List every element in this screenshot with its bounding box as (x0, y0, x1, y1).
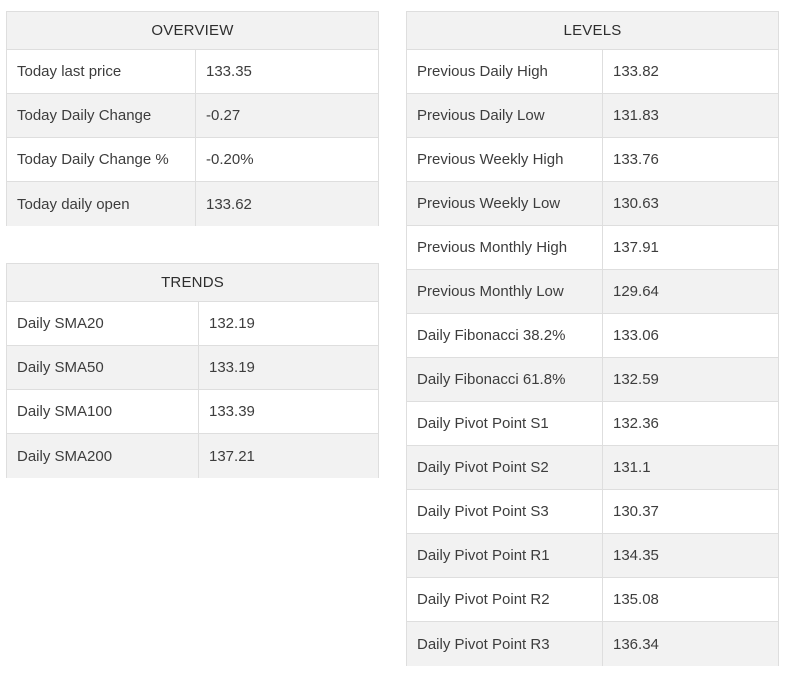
table-row: Previous Monthly Low 129.64 (407, 270, 778, 314)
row-label: Previous Monthly Low (407, 270, 603, 313)
row-label: Today daily open (7, 182, 196, 226)
row-value: -0.27 (206, 107, 241, 124)
row-value: 136.34 (613, 635, 659, 653)
row-label: Daily Pivot Point R1 (407, 534, 603, 577)
row-value: 130.37 (613, 503, 659, 520)
trends-title: TRENDS (7, 264, 378, 302)
overview-title: OVERVIEW (7, 12, 378, 50)
row-value: -0.20% (206, 151, 254, 168)
row-label: Daily Fibonacci 61.8% (407, 358, 603, 401)
row-value: 134.35 (613, 547, 659, 564)
table-row: Daily SMA100 133.39 (7, 390, 378, 434)
row-value: 133.19 (209, 359, 255, 376)
row-label: Daily Pivot Point R3 (407, 622, 603, 666)
row-label: Daily SMA20 (7, 302, 199, 345)
table-row: Today daily open 133.62 (7, 182, 378, 226)
table-row: Daily Pivot Point S2 131.1 (407, 446, 778, 490)
row-label: Daily Pivot Point S3 (407, 490, 603, 533)
row-label: Daily Pivot Point R2 (407, 578, 603, 621)
row-value: 133.82 (613, 63, 659, 80)
row-value: 133.62 (206, 195, 252, 213)
table-row: Daily Pivot Point R3 136.34 (407, 622, 778, 666)
table-row: Today last price 133.35 (7, 50, 378, 94)
row-label: Daily SMA200 (7, 434, 199, 478)
row-value: 132.19 (209, 315, 255, 332)
table-row: Previous Daily Low 131.83 (407, 94, 778, 138)
row-label: Daily SMA100 (7, 390, 199, 433)
row-label: Daily Fibonacci 38.2% (407, 314, 603, 357)
row-label: Today Daily Change % (7, 138, 196, 181)
row-label: Previous Weekly High (407, 138, 603, 181)
row-value: 133.76 (613, 151, 659, 168)
table-row: Today Daily Change % -0.20% (7, 138, 378, 182)
row-value: 132.36 (613, 415, 659, 432)
row-label: Today Daily Change (7, 94, 196, 137)
row-value: 132.59 (613, 371, 659, 388)
table-row: Daily Pivot Point R1 134.35 (407, 534, 778, 578)
row-label: Today last price (7, 50, 196, 93)
table-row: Previous Weekly High 133.76 (407, 138, 778, 182)
table-row: Daily SMA200 137.21 (7, 434, 378, 478)
row-value: 133.35 (206, 63, 252, 80)
table-row: Daily Fibonacci 61.8% 132.59 (407, 358, 778, 402)
trends-table: TRENDS Daily SMA20 132.19 Daily SMA50 13… (6, 263, 379, 478)
table-row: Previous Monthly High 137.91 (407, 226, 778, 270)
table-row: Daily Pivot Point S3 130.37 (407, 490, 778, 534)
row-label: Daily Pivot Point S2 (407, 446, 603, 489)
row-label: Previous Weekly Low (407, 182, 603, 225)
row-label: Previous Daily Low (407, 94, 603, 137)
row-label: Daily SMA50 (7, 346, 199, 389)
table-row: Daily Fibonacci 38.2% 133.06 (407, 314, 778, 358)
overview-table: OVERVIEW Today last price 133.35 Today D… (6, 11, 379, 226)
table-row: Today Daily Change -0.27 (7, 94, 378, 138)
row-value: 137.91 (613, 239, 659, 256)
row-value: 137.21 (209, 447, 255, 465)
row-value: 131.83 (613, 107, 659, 124)
table-row: Previous Weekly Low 130.63 (407, 182, 778, 226)
table-row: Daily SMA20 132.19 (7, 302, 378, 346)
row-value: 131.1 (613, 459, 651, 476)
table-row: Previous Daily High 133.82 (407, 50, 778, 94)
levels-title: LEVELS (407, 12, 778, 50)
row-value: 135.08 (613, 591, 659, 608)
row-value: 133.39 (209, 403, 255, 420)
row-value: 130.63 (613, 195, 659, 212)
table-row: Daily SMA50 133.19 (7, 346, 378, 390)
row-value: 129.64 (613, 283, 659, 300)
levels-table: LEVELS Previous Daily High 133.82 Previo… (406, 11, 779, 666)
row-label: Daily Pivot Point S1 (407, 402, 603, 445)
row-label: Previous Monthly High (407, 226, 603, 269)
row-label: Previous Daily High (407, 50, 603, 93)
table-row: Daily Pivot Point S1 132.36 (407, 402, 778, 446)
row-value: 133.06 (613, 327, 659, 344)
table-row: Daily Pivot Point R2 135.08 (407, 578, 778, 622)
